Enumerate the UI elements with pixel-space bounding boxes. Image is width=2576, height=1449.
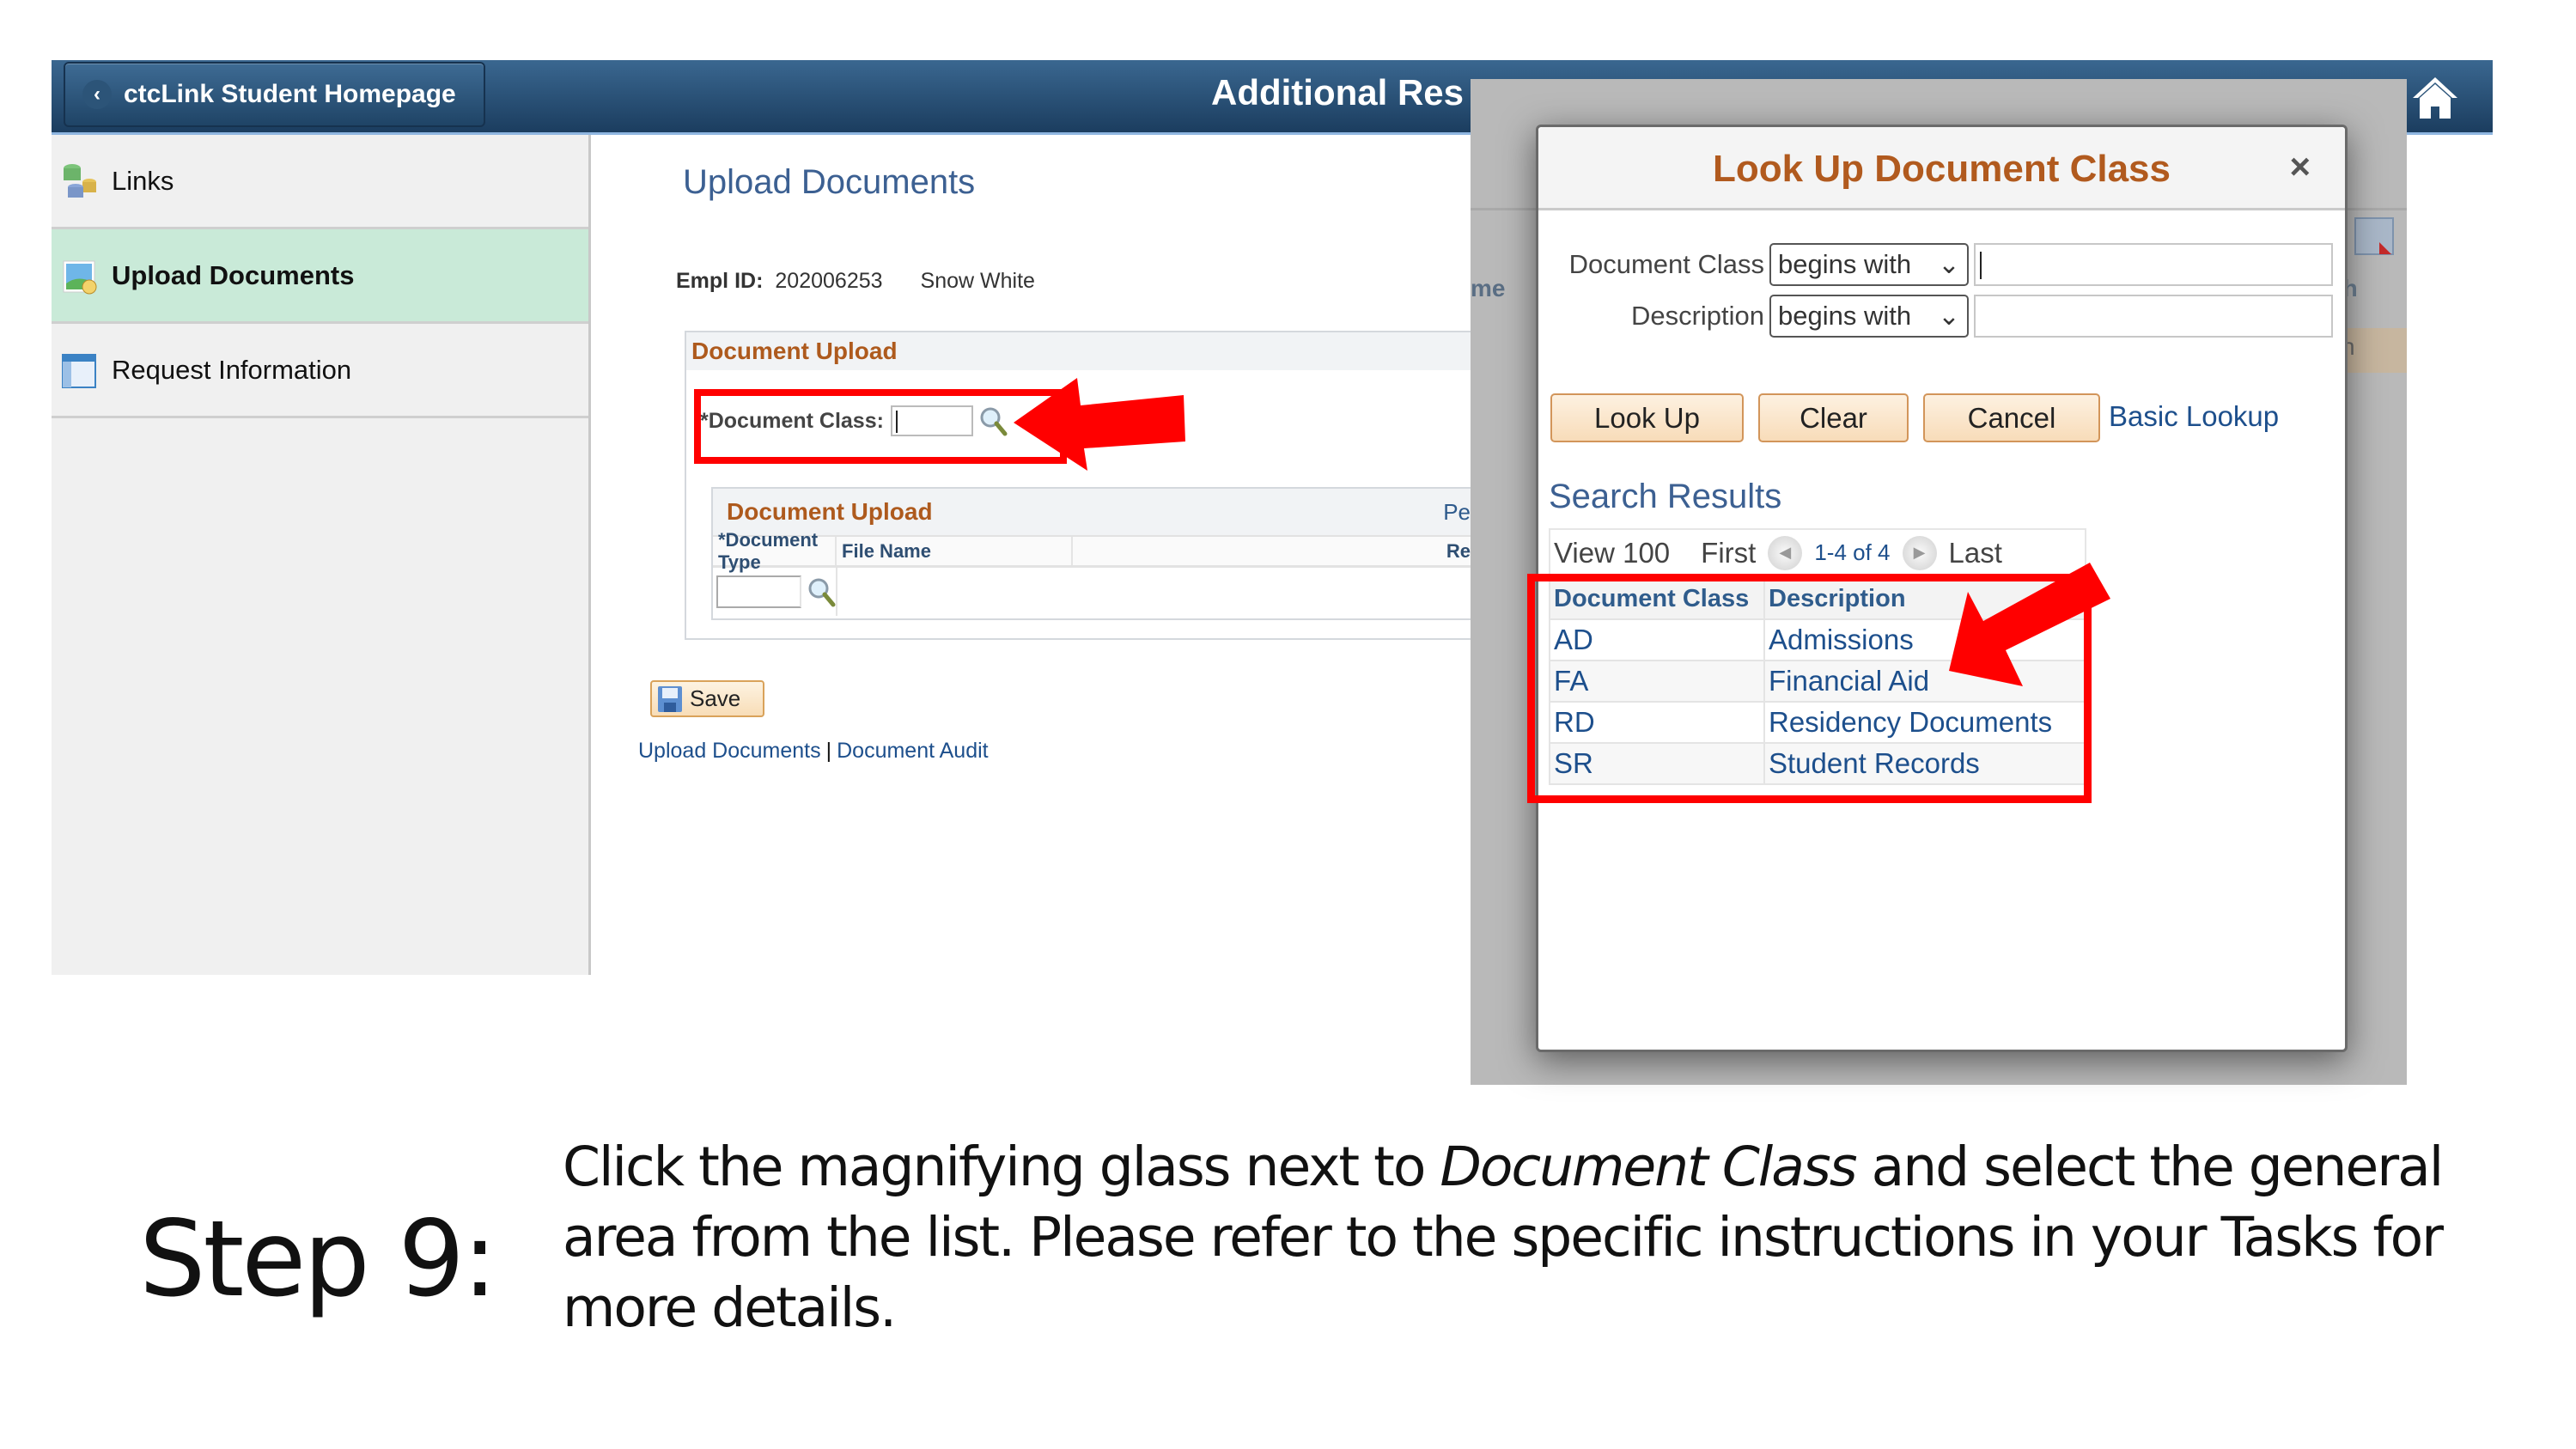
operator-value: begins with xyxy=(1778,249,1912,279)
background-column-fragment: me xyxy=(1471,275,1506,301)
form-window-icon xyxy=(62,353,96,388)
upload-image-icon xyxy=(63,260,97,294)
document-class-operator-select[interactable]: begins with ⌄ xyxy=(1769,243,1969,286)
grid-download-icon xyxy=(2354,217,2394,255)
operator-value: begins with xyxy=(1778,301,1912,331)
sidebar-item-label: Upload Documents xyxy=(112,259,355,290)
chevron-down-icon: ⌄ xyxy=(1938,301,1960,331)
criteria-label: Document Class xyxy=(1568,249,1764,279)
page-title: Upload Documents xyxy=(683,163,976,201)
bottom-links: Upload Documents | Document Audit xyxy=(638,739,989,764)
look-up-button[interactable]: Look Up xyxy=(1550,393,1744,442)
column-re: Re xyxy=(1446,539,1471,562)
criteria-row-document-class: Document Class begins with ⌄ xyxy=(1528,243,2333,286)
table-row xyxy=(713,568,1474,616)
sidebar-item-label: Request Information xyxy=(112,354,352,385)
instruction-emphasis: Document Class xyxy=(1440,1135,1857,1198)
home-icon[interactable] xyxy=(2409,72,2461,124)
database-links-icon xyxy=(64,163,96,198)
sidebar-item-label: Links xyxy=(112,165,174,196)
magnifying-glass-icon[interactable] xyxy=(807,576,836,607)
chevron-left-icon: ‹ xyxy=(82,80,112,109)
red-arrow-annotation xyxy=(1949,563,2110,686)
criteria-label: Description xyxy=(1630,301,1764,331)
view-all-link[interactable]: View 100 xyxy=(1554,537,1670,569)
instruction-text: Click the magnifying glass next to xyxy=(563,1135,1440,1198)
sidebar-item-upload-documents[interactable]: Upload Documents xyxy=(52,229,588,324)
upload-documents-link[interactable]: Upload Documents xyxy=(638,739,821,763)
empl-id-label: Empl ID: xyxy=(676,269,764,293)
modal-title: Look Up Document Class xyxy=(1713,148,2171,190)
basic-lookup-link[interactable]: Basic Lookup xyxy=(2109,400,2279,433)
student-name: Snow White xyxy=(920,269,1035,293)
modal-header: Look Up Document Class × xyxy=(1538,127,2345,210)
link-separator: | xyxy=(825,739,832,763)
sidebar-item-links[interactable]: Links xyxy=(52,135,588,229)
page-header-title: Additional Res xyxy=(1211,72,1465,113)
chevron-down-icon: ⌄ xyxy=(1938,249,1960,279)
save-button[interactable]: Save xyxy=(650,680,764,717)
step-instructions: Click the magnifying glass next to Docum… xyxy=(563,1132,2538,1343)
document-type-input[interactable] xyxy=(716,575,801,608)
column-document-type: *Document Type xyxy=(713,529,837,573)
grid-column-headers: *Document Type File Name Re xyxy=(713,529,1474,573)
sidebar-item-request-information[interactable]: Request Information xyxy=(52,324,588,418)
document-upload-header: Document Upload xyxy=(686,332,1473,370)
sidebar: Links Upload Documents Request Informati… xyxy=(52,135,591,975)
previous-icon[interactable]: ◀ xyxy=(1768,535,1803,570)
grid-title: Document Upload xyxy=(727,498,933,525)
back-to-homepage-button[interactable]: ‹ ctcLink Student Homepage xyxy=(64,62,485,127)
cancel-button[interactable]: Cancel xyxy=(1923,393,2100,442)
description-operator-select[interactable]: begins with ⌄ xyxy=(1769,295,1969,338)
search-results-title: Search Results xyxy=(1549,478,1782,515)
back-button-label: ctcLink Student Homepage xyxy=(124,80,456,108)
floppy-disk-icon xyxy=(658,685,682,712)
document-class-search-input[interactable] xyxy=(1974,243,2333,286)
clear-button[interactable]: Clear xyxy=(1758,393,1909,442)
criteria-row-description: Description begins with ⌄ xyxy=(1528,295,2333,338)
lookup-modal: Look Up Document Class × Document Class … xyxy=(1527,125,2348,1052)
document-audit-link[interactable]: Document Audit xyxy=(837,739,989,763)
save-label: Save xyxy=(690,685,741,711)
column-file-name: File Name xyxy=(837,537,1074,565)
next-icon[interactable]: ▶ xyxy=(1902,535,1937,570)
close-icon[interactable]: × xyxy=(2289,146,2311,187)
empl-id-value: 202006253 xyxy=(775,269,883,293)
first-link[interactable]: First xyxy=(1701,537,1756,569)
document-upload-grid: Document Upload Pe *Document Type File N… xyxy=(711,487,1476,620)
grid-personalize-link[interactable]: Pe xyxy=(1443,499,1471,526)
description-search-input[interactable] xyxy=(1974,295,2333,338)
step-label: Step 9: xyxy=(139,1198,497,1320)
employee-info: Empl ID: 202006253 Snow White xyxy=(676,269,1035,294)
red-arrow-annotation xyxy=(1014,378,1185,471)
results-range: 1-4 of 4 xyxy=(1814,539,1891,565)
